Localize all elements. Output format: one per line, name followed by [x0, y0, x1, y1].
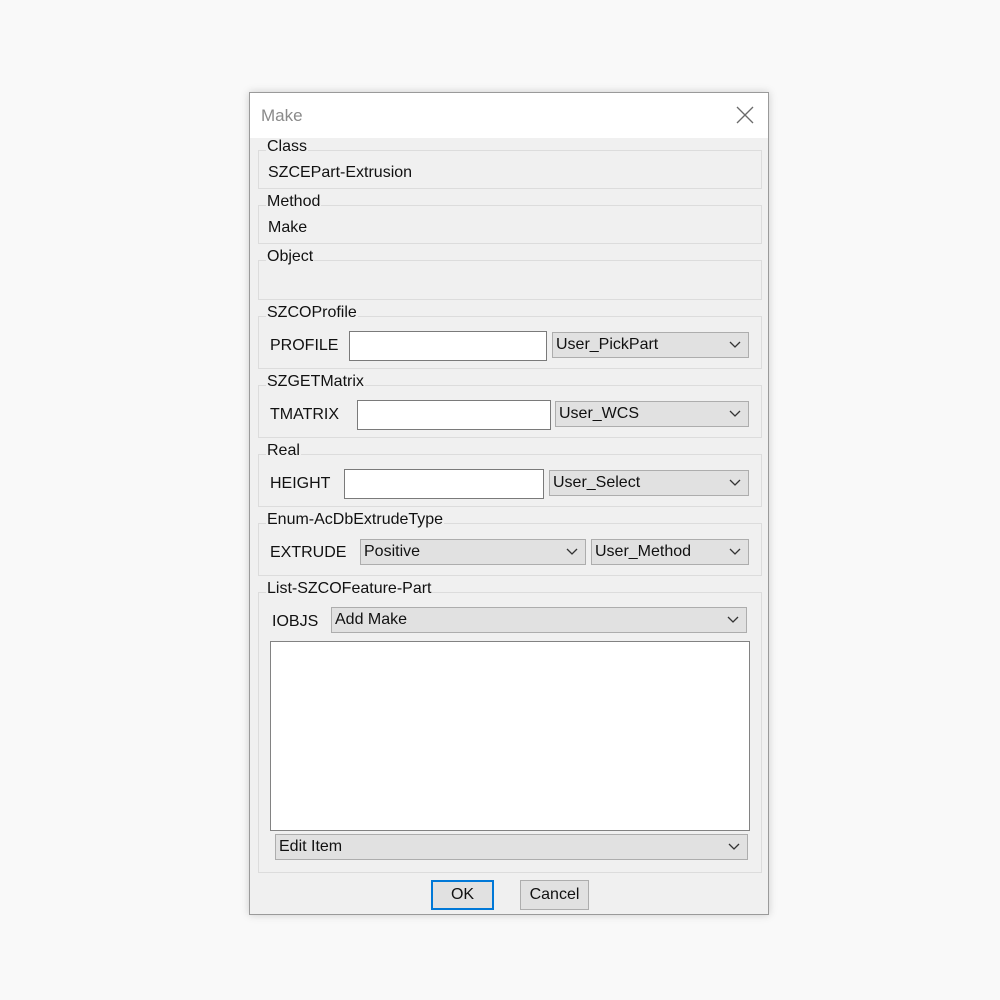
profile-input[interactable] — [349, 331, 547, 361]
list-legend: List-SZCOFeature-Part — [266, 580, 433, 598]
profile-source-value: User_PickPart — [556, 336, 659, 353]
edit-item-combo[interactable]: Edit Item — [275, 834, 748, 860]
enum-source-value: User_Method — [595, 543, 692, 560]
real-source-combo[interactable]: User_Select — [549, 470, 749, 496]
profile-label: PROFILE — [270, 337, 339, 354]
edit-item-value: Edit Item — [279, 838, 343, 855]
class-group: Class SZCEPart-Extrusion — [258, 138, 762, 189]
list-group: List-SZCOFeature-Part IOBJS Add Make Edi… — [258, 580, 762, 873]
real-legend: Real — [266, 442, 301, 460]
class-legend: Class — [266, 138, 309, 156]
matrix-legend: SZGETMatrix — [266, 373, 365, 391]
iobjs-label: IOBJS — [272, 613, 319, 630]
method-value: Make — [268, 219, 308, 236]
extrude-label: EXTRUDE — [270, 544, 347, 561]
add-make-value: Add Make — [335, 611, 408, 628]
matrix-group: SZGETMatrix TMATRIX User_WCS — [258, 373, 762, 438]
enum-source-combo[interactable]: User_Method — [591, 539, 749, 565]
method-group: Method Make — [258, 193, 762, 244]
object-legend: Object — [266, 248, 315, 266]
real-label: HEIGHT — [270, 475, 331, 492]
height-input[interactable] — [344, 469, 544, 499]
matrix-source-combo[interactable]: User_WCS — [555, 401, 749, 427]
chevron-down-icon — [728, 843, 740, 850]
profile-group: SZCOProfile PROFILE User_PickPart — [258, 304, 762, 369]
chevron-down-icon — [566, 548, 578, 555]
matrix-label: TMATRIX — [270, 406, 340, 423]
chevron-down-icon — [727, 616, 739, 623]
profile-source-combo[interactable]: User_PickPart — [552, 332, 749, 358]
extrude-type-combo[interactable]: Positive — [360, 539, 586, 565]
add-make-combo[interactable]: Add Make — [331, 607, 747, 633]
cancel-button[interactable]: Cancel — [520, 880, 589, 910]
iobjs-listbox[interactable] — [270, 641, 750, 831]
chevron-down-icon — [729, 341, 741, 348]
real-source-value: User_Select — [553, 474, 641, 491]
chevron-down-icon — [729, 410, 741, 417]
chevron-down-icon — [729, 548, 741, 555]
real-group: Real HEIGHT User_Select — [258, 442, 762, 507]
method-legend: Method — [266, 193, 322, 211]
matrix-source-value: User_WCS — [559, 405, 640, 422]
profile-legend: SZCOProfile — [266, 304, 358, 322]
make-dialog: Make Class SZCEPart-Extrusion Method Mak… — [249, 92, 769, 915]
object-group: Object — [258, 248, 762, 300]
enum-group: Enum-AcDbExtrudeType EXTRUDE Positive Us… — [258, 511, 762, 576]
ok-button[interactable]: OK — [431, 880, 494, 910]
close-icon[interactable] — [734, 104, 756, 126]
extrude-type-value: Positive — [364, 543, 421, 560]
chevron-down-icon — [729, 479, 741, 486]
title-bar: Make — [250, 93, 768, 138]
enum-legend: Enum-AcDbExtrudeType — [266, 511, 445, 529]
matrix-input[interactable] — [357, 400, 551, 430]
dialog-title: Make — [261, 106, 303, 125]
class-value: SZCEPart-Extrusion — [268, 164, 413, 181]
